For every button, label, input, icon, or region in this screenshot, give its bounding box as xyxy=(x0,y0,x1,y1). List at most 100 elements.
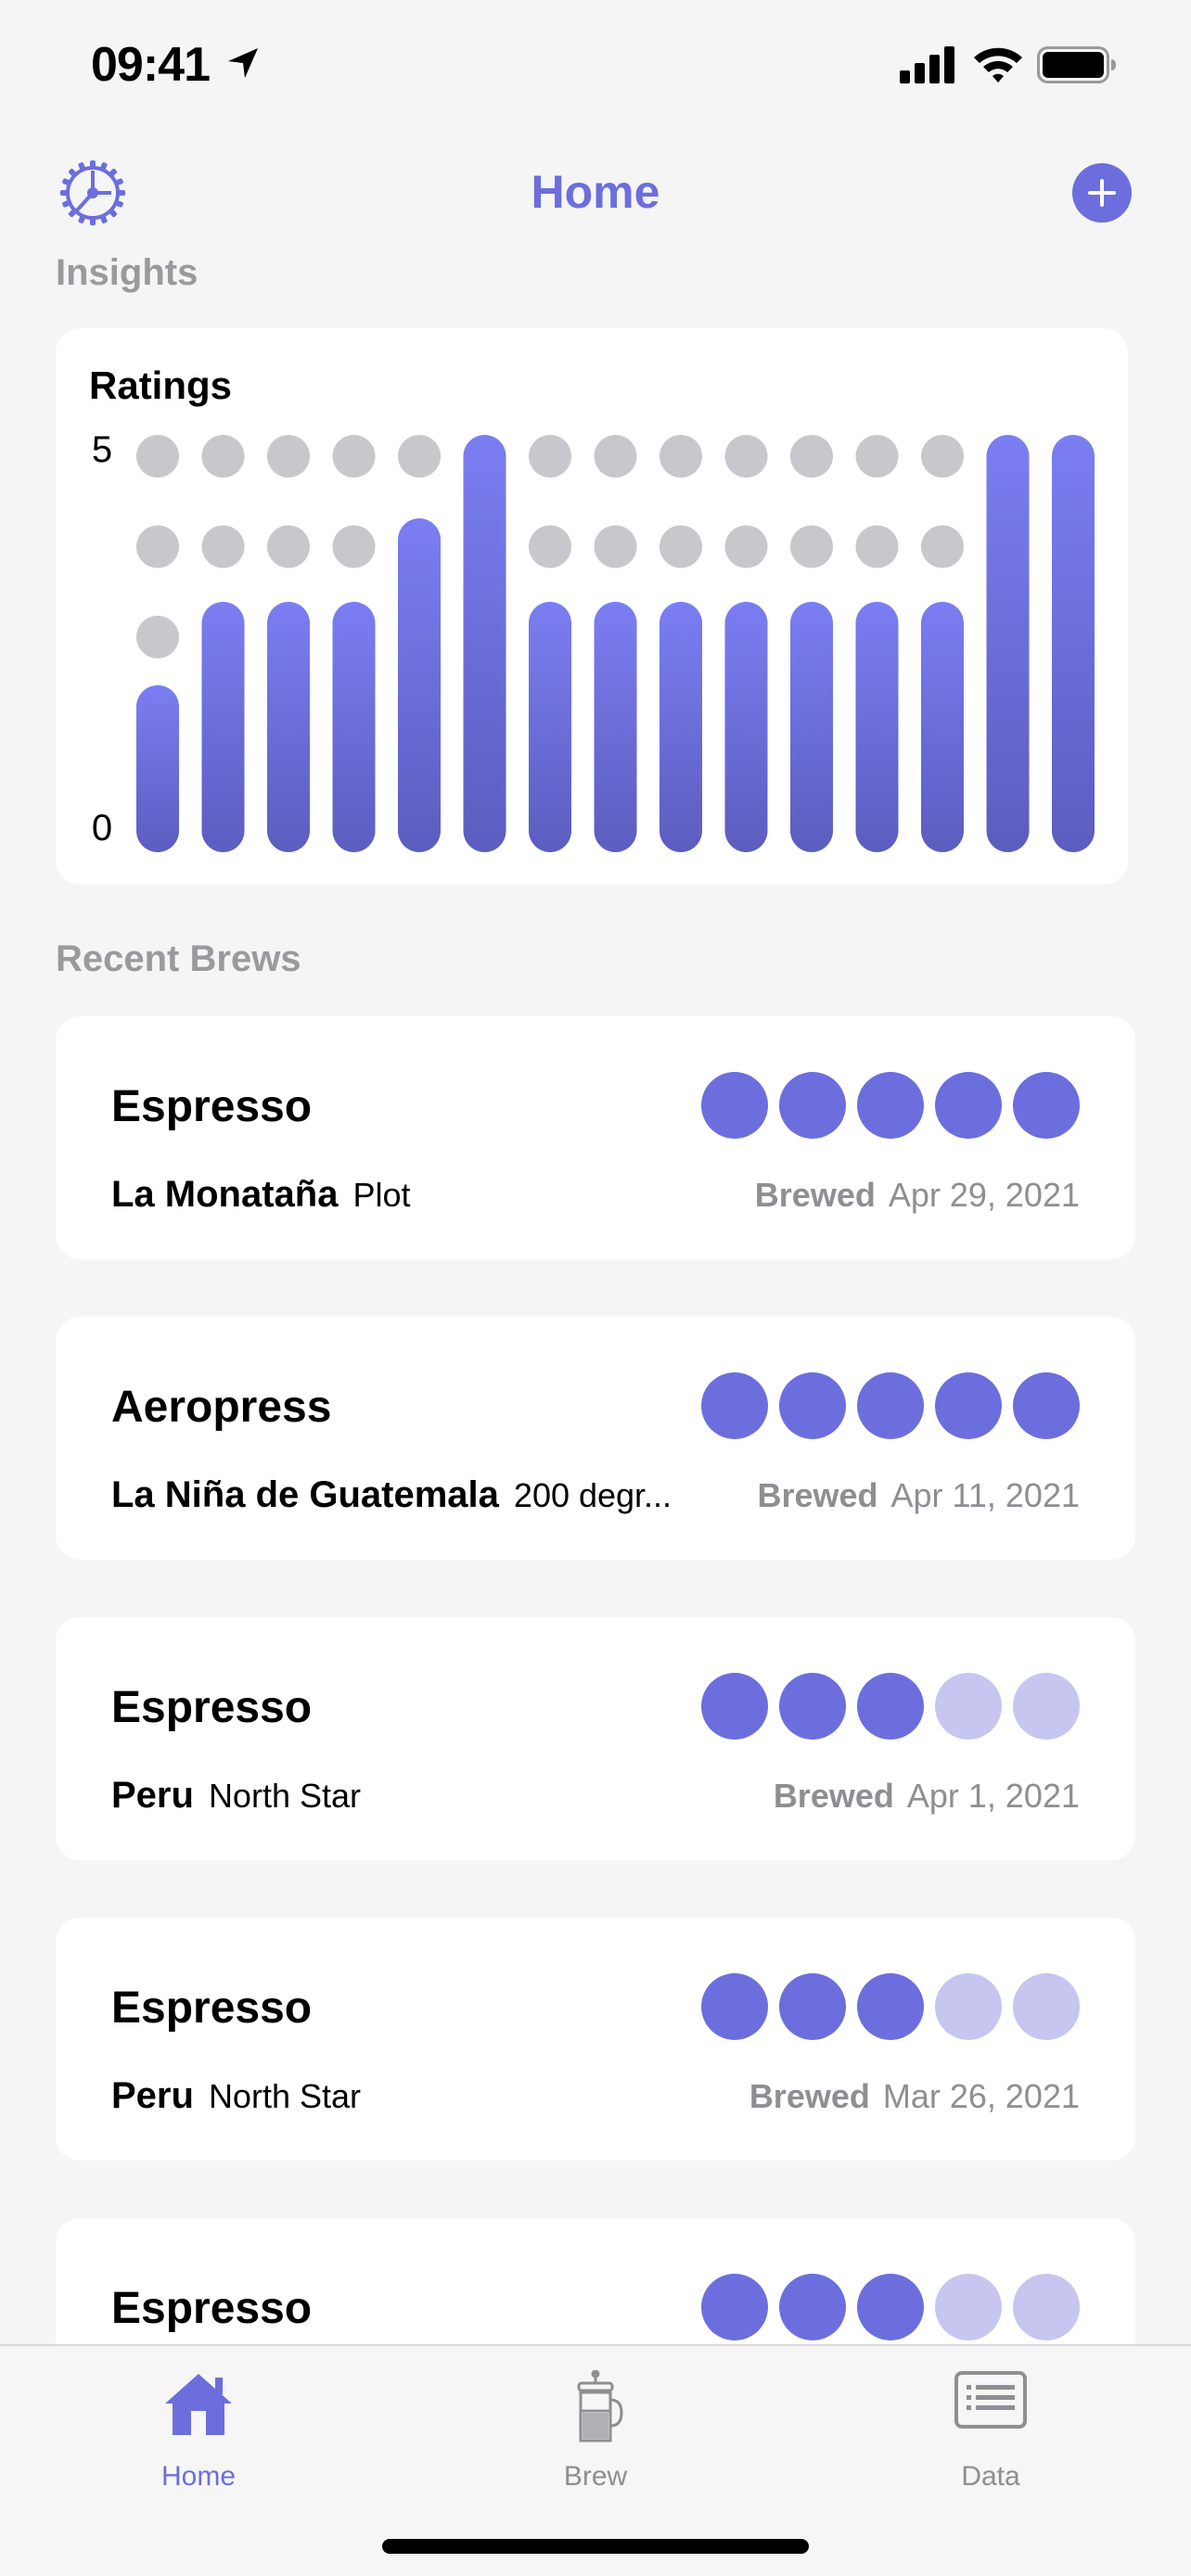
rating-bar xyxy=(790,602,833,852)
y-tick-label-min: 0 xyxy=(92,808,112,848)
rating-dot-filled xyxy=(701,1072,768,1139)
rating-empty-dot xyxy=(594,435,637,478)
brew-card[interactable]: Espresso La Monataña Plot Brewed Apr 29,… xyxy=(56,1016,1135,1259)
roaster-name: North Star xyxy=(208,2077,361,2115)
rating-empty-dot xyxy=(660,435,702,478)
rating-dot-filled xyxy=(701,1973,768,2040)
rating-bar xyxy=(986,435,1030,852)
rating-dot-filled xyxy=(1013,1372,1080,1439)
rating-dot-empty xyxy=(1013,2274,1080,2340)
tab-data-label: Data xyxy=(961,2461,1020,2492)
brew-details: Peru North Star Brewed Apr 1, 2021 xyxy=(111,1775,1080,1821)
brew-card[interactable]: Espresso Peru North Star Brewed Apr 1, 2… xyxy=(56,1617,1135,1860)
rating-empty-dot xyxy=(136,435,179,478)
rating-bar xyxy=(136,685,179,852)
insights-section-label: Insights xyxy=(56,252,198,293)
rating-empty-dot xyxy=(855,525,899,568)
tab-home[interactable]: Home xyxy=(106,2346,291,2504)
rating-dot-filled xyxy=(935,1372,1002,1439)
status-bar: 09:41 xyxy=(0,0,1191,130)
brewed-date: Apr 29, 2021 xyxy=(888,1176,1080,1214)
rating-dot-filled xyxy=(701,1372,768,1439)
rating-dot-filled xyxy=(779,1372,846,1439)
ratings-chart: 5 0 xyxy=(92,429,1095,852)
brewed-label: Brewed xyxy=(754,1176,876,1214)
rating-bar xyxy=(660,602,702,852)
tab-brew-label: Brew xyxy=(563,2461,628,2492)
recent-brews-section-label: Recent Brews xyxy=(56,938,301,979)
rating-bar xyxy=(855,602,899,852)
house-icon xyxy=(165,2374,232,2435)
rating-empty-dot xyxy=(790,525,833,568)
rating-empty-dot xyxy=(136,616,179,658)
rating-bar xyxy=(463,435,506,852)
rating-empty-dot xyxy=(660,525,702,568)
rating-bar xyxy=(1052,435,1095,852)
page-title: Home xyxy=(531,166,660,218)
rating-empty-dot xyxy=(724,435,768,478)
rating-empty-dot xyxy=(201,435,245,478)
coffee-name: Peru xyxy=(111,2075,194,2116)
rating-dot-filled xyxy=(1013,1072,1080,1139)
brewed-label: Brewed xyxy=(757,1476,878,1514)
rating-bar xyxy=(594,602,637,852)
status-time: 09:41 xyxy=(91,38,211,92)
rating-empty-dot xyxy=(332,525,376,568)
rating-dot-filled xyxy=(857,2274,924,2340)
roaster-name: North Star xyxy=(208,1777,361,1815)
tab-brew[interactable]: Brew xyxy=(503,2346,688,2504)
rating-empty-dot xyxy=(790,435,833,478)
rating-empty-dot xyxy=(921,435,964,478)
french-press-icon xyxy=(577,2370,623,2442)
brew-method: Espresso xyxy=(111,1683,313,1732)
rating-empty-dot xyxy=(398,435,441,478)
brewed-date: Mar 26, 2021 xyxy=(882,2077,1080,2115)
rating-bar xyxy=(921,602,964,852)
rating-dots xyxy=(701,1973,1080,2040)
brew-card[interactable]: Espresso Peru North Star Brewed Mar 26, … xyxy=(56,1918,1135,2161)
rating-dots xyxy=(701,1673,1080,1740)
rating-dot-filled xyxy=(857,1973,924,2040)
rating-empty-dot xyxy=(594,525,637,568)
rating-dot-filled xyxy=(779,2274,846,2340)
rating-dot-empty xyxy=(935,2274,1002,2340)
rating-bar xyxy=(724,602,768,852)
rating-dot-empty xyxy=(935,1973,1002,2040)
brew-method: Espresso xyxy=(111,1983,313,2033)
rating-empty-dot xyxy=(724,525,768,568)
rating-dot-filled xyxy=(857,1673,924,1740)
brewed-date: Apr 1, 2021 xyxy=(906,1777,1080,1815)
add-brew-button[interactable] xyxy=(1072,163,1132,223)
ratings-chart-card[interactable]: Ratings 5 0 xyxy=(56,328,1128,885)
rating-empty-dot xyxy=(529,435,571,478)
rating-empty-dot xyxy=(332,435,376,478)
brew-details: Peru North Star Brewed Mar 26, 2021 xyxy=(111,2075,1080,2122)
rating-dot-filled xyxy=(701,1673,768,1740)
brewed-label: Brewed xyxy=(773,1777,894,1815)
roaster-name: Plot xyxy=(352,1176,411,1214)
rating-dot-filled xyxy=(935,1072,1002,1139)
brew-method: Espresso xyxy=(111,1082,313,1131)
rating-empty-dot xyxy=(529,525,571,568)
tab-data[interactable]: Data xyxy=(898,2346,1083,2504)
rating-empty-dot xyxy=(136,525,179,568)
home-indicator xyxy=(382,2539,809,2554)
rating-empty-dot xyxy=(201,525,245,568)
rating-dot-empty xyxy=(1013,1973,1080,2040)
coffee-name: Peru xyxy=(111,1775,194,1816)
rating-empty-dot xyxy=(267,525,310,568)
brewed-label: Brewed xyxy=(749,2077,870,2115)
coffee-name: La Monataña xyxy=(111,1174,339,1215)
rating-dot-empty xyxy=(935,1673,1002,1740)
brew-card[interactable]: Aeropress La Niña de Guatemala 200 degr.… xyxy=(56,1317,1135,1560)
rating-dots xyxy=(701,1072,1080,1139)
rating-dots xyxy=(701,1372,1080,1439)
rating-empty-dot xyxy=(855,435,899,478)
rating-dot-filled xyxy=(779,1072,846,1139)
list-icon xyxy=(954,2371,1027,2429)
rating-dot-empty xyxy=(1013,1673,1080,1740)
cellular-signal-icon xyxy=(900,46,954,83)
y-tick-label-max: 5 xyxy=(92,429,112,470)
navigation-bar: Home xyxy=(0,148,1191,241)
rating-bar xyxy=(529,602,571,852)
